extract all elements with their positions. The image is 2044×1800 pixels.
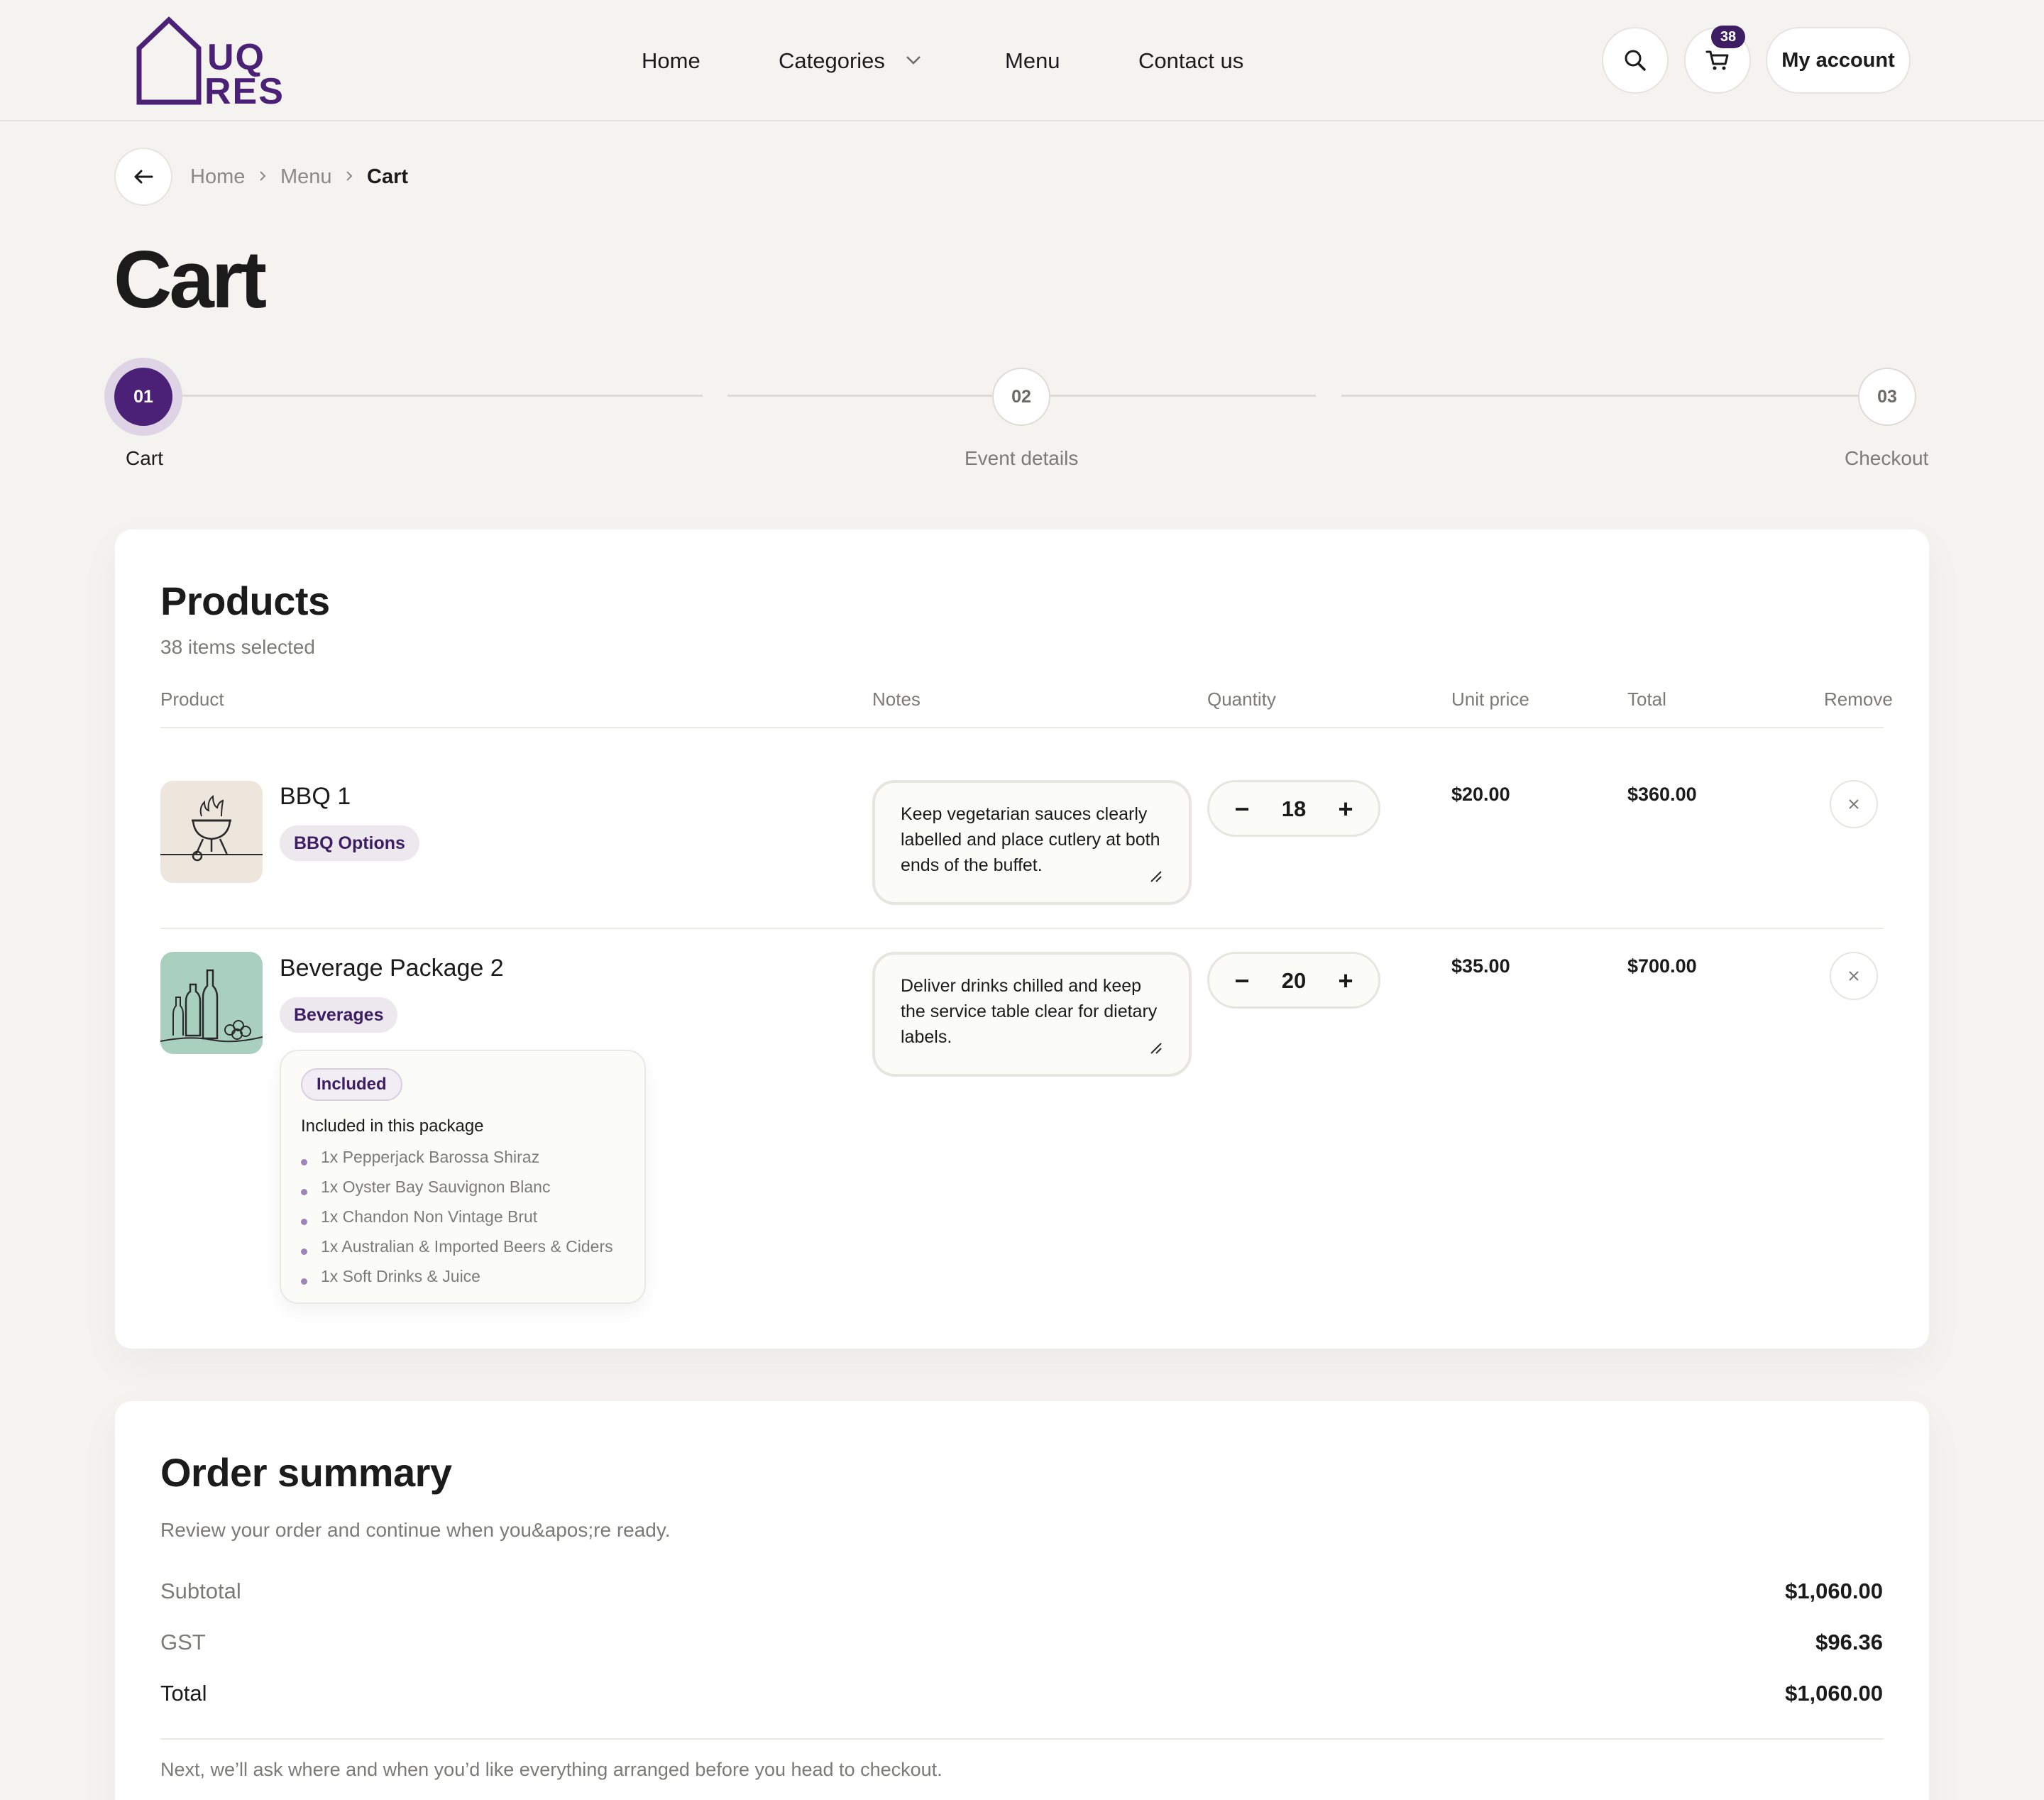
list-item: 1x Oyster Bay Sauvignon Blanc: [301, 1175, 613, 1205]
close-icon: [1849, 799, 1859, 809]
step-connector: [1341, 395, 1858, 397]
column-header-notes: Notes: [872, 688, 921, 710]
notes-text: Keep vegetarian sauces clearly labelled …: [901, 804, 1160, 875]
back-button[interactable]: [114, 148, 172, 206]
step-1-label: Cart: [126, 447, 163, 469]
quantity-stepper: − 20 +: [1207, 952, 1380, 1009]
gst-label: GST: [160, 1630, 206, 1654]
product-notes-field[interactable]: Keep vegetarian sauces clearly labelled …: [872, 780, 1192, 905]
brand-logo[interactable]: UQ RES: [136, 16, 288, 112]
increase-quantity-button[interactable]: +: [1329, 964, 1363, 998]
order-summary-card: Order summary Review your order and cont…: [115, 1401, 1929, 1800]
bbq-grill-icon: [160, 794, 263, 862]
summary-subtitle: Review your order and continue when you&…: [160, 1519, 671, 1541]
close-icon: [1849, 971, 1859, 981]
step-2-label: Event details: [965, 447, 1079, 469]
line-total: $700.00: [1627, 955, 1697, 977]
line-total: $360.00: [1627, 784, 1697, 805]
arrow-left-icon: [134, 170, 153, 184]
product-category-tag: Beverages: [280, 997, 398, 1033]
product-thumbnail-bbq: [160, 781, 263, 883]
product-name: BBQ 1: [280, 783, 351, 810]
step-connector: [727, 395, 992, 397]
summary-title: Order summary: [160, 1450, 452, 1495]
subtotal-label: Subtotal: [160, 1579, 241, 1603]
table-header-divider: [160, 727, 1884, 728]
unit-price: $35.00: [1451, 955, 1510, 977]
step-connector: [173, 395, 703, 397]
package-contents-panel: Included Included in this package 1x Pep…: [280, 1050, 646, 1304]
included-items-list: 1x Pepperjack Barossa Shiraz 1x Oyster B…: [301, 1146, 613, 1295]
list-item: 1x Australian & Imported Beers & Ciders: [301, 1235, 613, 1265]
product-category-tag: BBQ Options: [280, 825, 419, 861]
products-title: Products: [160, 578, 330, 623]
my-account-button[interactable]: My account: [1766, 27, 1911, 94]
logo-text-bottom: RES: [204, 71, 285, 106]
column-header-remove: Remove: [1824, 688, 1893, 710]
step-connector: [1050, 395, 1316, 397]
breadcrumb-home[interactable]: Home: [190, 165, 245, 189]
row-divider: [160, 928, 1884, 929]
chevron-down-icon[interactable]: [906, 55, 921, 65]
chevron-right-icon: [346, 171, 353, 181]
breadcrumb-menu[interactable]: Menu: [280, 165, 332, 189]
subtotal-value: $1,060.00: [1785, 1579, 1883, 1603]
nav-contact[interactable]: Contact us: [1138, 45, 1243, 77]
quantity-stepper: − 18 +: [1207, 780, 1380, 837]
wine-bottles-icon: [160, 969, 263, 1043]
search-icon: [1625, 50, 1646, 71]
nav-categories[interactable]: Categories: [779, 45, 885, 77]
list-item: 1x Pepperjack Barossa Shiraz: [301, 1146, 613, 1175]
resize-handle-icon[interactable]: [1149, 1041, 1162, 1054]
notes-text: Deliver drinks chilled and keep the serv…: [901, 976, 1158, 1047]
step-1-circle[interactable]: 01: [114, 368, 172, 426]
total-value: $1,060.00: [1785, 1681, 1883, 1706]
page-title: Cart: [114, 235, 267, 325]
column-header-product: Product: [160, 688, 224, 710]
product-notes-field[interactable]: Deliver drinks chilled and keep the serv…: [872, 952, 1192, 1077]
resize-handle-icon[interactable]: [1149, 869, 1162, 882]
products-subtitle: 38 items selected: [160, 636, 315, 658]
cart-count-badge: 38: [1711, 26, 1745, 48]
included-heading: Included in this package: [301, 1116, 484, 1136]
nav-home[interactable]: Home: [642, 45, 700, 77]
total-label: Total: [160, 1681, 207, 1706]
list-item: 1x Soft Drinks & Juice: [301, 1265, 613, 1295]
product-name: Beverage Package 2: [280, 955, 504, 982]
summary-divider: [160, 1738, 1884, 1740]
increase-quantity-button[interactable]: +: [1329, 792, 1363, 826]
site-header: UQ RES Home Categories Menu Contact us 3…: [0, 0, 2044, 121]
chevron-right-icon: [260, 171, 266, 181]
step-3-label: Checkout: [1845, 447, 1929, 469]
summary-footnote: Next, we’ll ask where and when you’d lik…: [160, 1759, 943, 1780]
unit-price: $20.00: [1451, 784, 1510, 805]
breadcrumb-current: Cart: [367, 165, 409, 188]
cart-icon: [1705, 50, 1729, 70]
step-2-circle[interactable]: 02: [992, 368, 1050, 426]
included-badge: Included: [301, 1068, 402, 1101]
product-thumbnail-beverage: [160, 952, 263, 1054]
gst-value: $96.36: [1815, 1630, 1883, 1654]
column-header-quantity: Quantity: [1207, 688, 1276, 710]
column-header-total: Total: [1627, 688, 1666, 710]
column-header-unit-price: Unit price: [1451, 688, 1529, 710]
remove-item-button[interactable]: [1830, 780, 1878, 828]
search-button[interactable]: [1602, 27, 1669, 94]
list-item: 1x Chandon Non Vintage Brut: [301, 1205, 613, 1235]
remove-item-button[interactable]: [1830, 952, 1878, 1000]
nav-menu[interactable]: Menu: [1005, 45, 1060, 77]
step-3-circle[interactable]: 03: [1858, 368, 1916, 426]
